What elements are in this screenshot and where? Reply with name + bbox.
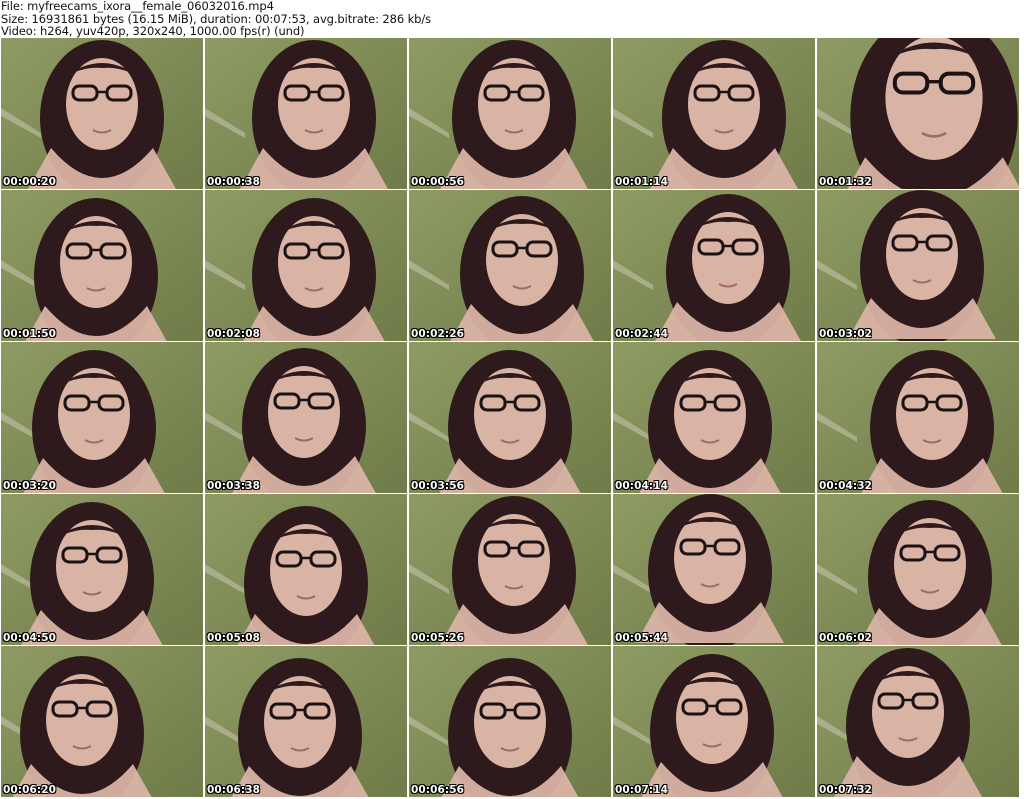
frame-image — [1, 646, 203, 797]
timestamp-label: 00:03:38 — [207, 480, 261, 492]
video-thumbnail: 00:01:14 — [613, 38, 815, 189]
video-thumbnail: 00:03:56 — [409, 342, 611, 493]
frame-image — [1, 494, 203, 645]
timestamp-label: 00:05:26 — [411, 632, 465, 644]
video-thumbnail: 00:00:20 — [1, 38, 203, 189]
video-thumbnail: 00:03:38 — [205, 342, 407, 493]
timestamp-label: 00:05:08 — [207, 632, 261, 644]
file-name-line: File: myfreecams_ixora__female_06032016.… — [1, 0, 274, 13]
timestamp-label: 00:04:14 — [615, 480, 669, 492]
video-thumbnail: 00:05:44 — [613, 494, 815, 645]
video-thumbnail: 00:02:26 — [409, 190, 611, 341]
frame-image — [409, 342, 611, 493]
timestamp-label: 00:04:50 — [3, 632, 57, 644]
frame-image — [409, 38, 611, 189]
timestamp-label: 00:03:56 — [411, 480, 465, 492]
video-thumbnail: 00:01:50 — [1, 190, 203, 341]
video-thumbnail: 00:05:26 — [409, 494, 611, 645]
frame-image — [817, 646, 1019, 797]
video-thumbnail: 00:06:02 — [817, 494, 1019, 645]
frame-image — [1, 38, 203, 189]
video-thumbnail: 00:02:44 — [613, 190, 815, 341]
frame-image — [817, 38, 1019, 189]
frame-image — [409, 494, 611, 645]
frame-image — [205, 38, 407, 189]
frame-image — [1, 190, 203, 341]
timestamp-label: 00:02:26 — [411, 328, 465, 340]
frame-image — [613, 38, 815, 189]
frame-image — [205, 494, 407, 645]
frame-image — [817, 190, 1019, 341]
video-thumbnail: 00:04:14 — [613, 342, 815, 493]
timestamp-label: 00:00:20 — [3, 176, 57, 188]
frame-image — [613, 342, 815, 493]
video-thumbnail: 00:06:38 — [205, 646, 407, 797]
video-info-line: Video: h264, yuv420p, 320x240, 1000.00 f… — [1, 24, 305, 38]
video-thumbnail: 00:01:32 — [817, 38, 1019, 189]
video-thumbnail: 00:06:20 — [1, 646, 203, 797]
timestamp-label: 00:00:38 — [207, 176, 261, 188]
video-thumbnail: 00:03:20 — [1, 342, 203, 493]
video-thumbnail: 00:04:32 — [817, 342, 1019, 493]
video-thumbnail: 00:00:56 — [409, 38, 611, 189]
timestamp-label: 00:00:56 — [411, 176, 465, 188]
frame-image — [613, 494, 815, 645]
timestamp-label: 00:04:32 — [819, 480, 873, 492]
timestamp-label: 00:06:56 — [411, 784, 465, 796]
frame-image — [1, 342, 203, 493]
timestamp-label: 00:03:02 — [819, 328, 873, 340]
timestamp-label: 00:06:02 — [819, 632, 873, 644]
timestamp-label: 00:06:38 — [207, 784, 261, 796]
file-info-header: File: myfreecams_ixora__female_06032016.… — [0, 0, 1024, 38]
timestamp-label: 00:05:44 — [615, 632, 669, 644]
frame-image — [409, 190, 611, 341]
video-thumbnail: 00:02:08 — [205, 190, 407, 341]
timestamp-label: 00:02:08 — [207, 328, 261, 340]
video-thumbnail: 00:00:38 — [205, 38, 407, 189]
frame-image — [613, 646, 815, 797]
timestamp-label: 00:06:20 — [3, 784, 57, 796]
frame-image — [205, 190, 407, 341]
video-thumbnail: 00:06:56 — [409, 646, 611, 797]
video-thumbnail: 00:07:32 — [817, 646, 1019, 797]
video-thumbnail: 00:05:08 — [205, 494, 407, 645]
frame-image — [817, 342, 1019, 493]
thumbnail-grid: 00:00:20 00:00:38 00:00:56 00:01:14 00:0… — [0, 38, 1024, 799]
frame-image — [817, 494, 1019, 645]
video-thumbnail: 00:03:02 — [817, 190, 1019, 341]
frame-image — [205, 646, 407, 797]
video-thumbnail: 00:07:14 — [613, 646, 815, 797]
timestamp-label: 00:01:50 — [3, 328, 57, 340]
video-thumbnail: 00:04:50 — [1, 494, 203, 645]
frame-image — [205, 342, 407, 493]
timestamp-label: 00:07:32 — [819, 784, 873, 796]
timestamp-label: 00:02:44 — [615, 328, 669, 340]
timestamp-label: 00:01:14 — [615, 176, 669, 188]
frame-image — [409, 646, 611, 797]
timestamp-label: 00:03:20 — [3, 480, 57, 492]
timestamp-label: 00:01:32 — [819, 176, 873, 188]
frame-image — [613, 190, 815, 341]
timestamp-label: 00:07:14 — [615, 784, 669, 796]
